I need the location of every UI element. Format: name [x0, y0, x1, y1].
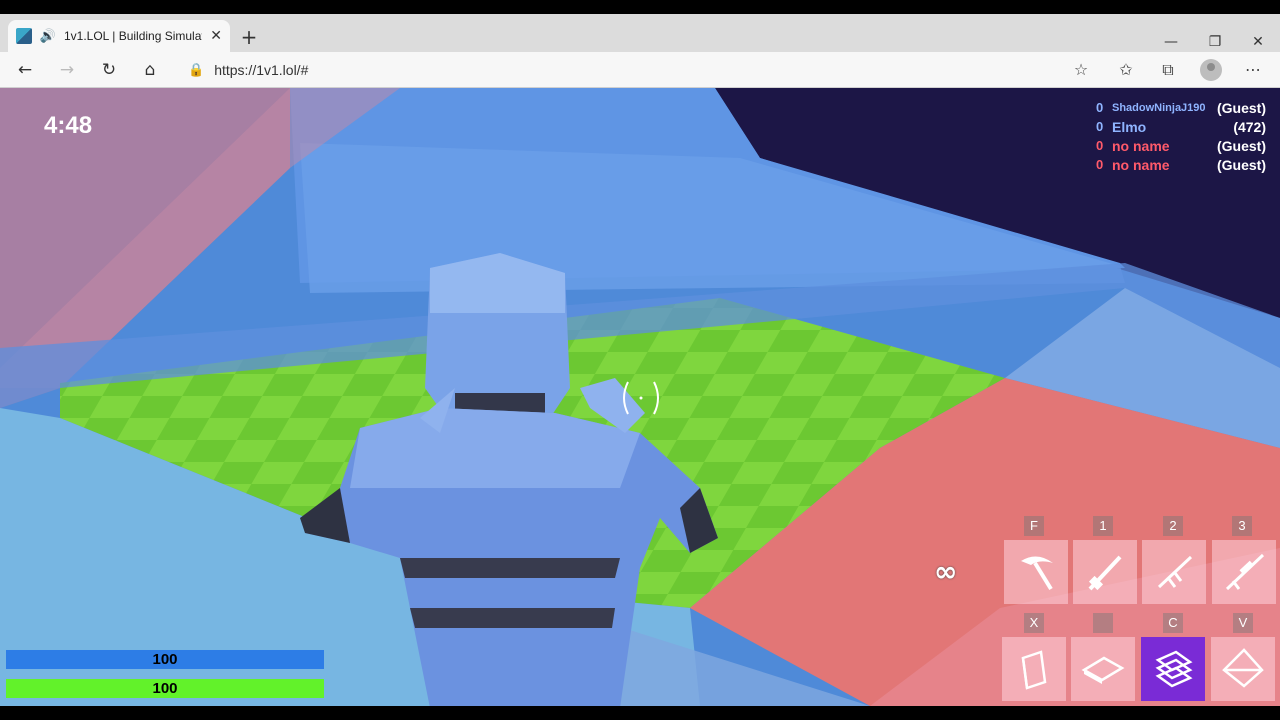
profile-avatar-icon[interactable] — [1200, 59, 1222, 81]
weapon-key-label: 3 — [1232, 516, 1252, 536]
screen-bottom-border — [0, 706, 1280, 720]
cone-build-icon — [1222, 648, 1264, 688]
player-score: 0 — [1096, 138, 1104, 153]
scoreboard-row: 0 no name (Guest) — [1096, 136, 1266, 155]
shield-bar: 100 — [6, 650, 324, 669]
player-score: 0 — [1096, 157, 1104, 172]
sniper-rifle-icon — [1225, 553, 1265, 591]
minimize-window-button[interactable]: — — [1156, 34, 1186, 50]
player-rank: (472) — [1233, 118, 1266, 135]
build-key-label: C — [1163, 613, 1183, 633]
scoreboard: 0 ShadowNinjaJ190 (Guest) 0 Elmo (472) 0… — [1096, 98, 1266, 174]
weapon-slot-pickaxe[interactable] — [1004, 540, 1068, 604]
build-slot-wall[interactable] — [1002, 637, 1066, 701]
weapon-slot-sniper-rifle[interactable] — [1212, 540, 1276, 604]
browser-tab[interactable]: 🔊 1v1.LOL | Building Simulator ✕ — [8, 20, 230, 52]
lock-icon: 🔒 — [188, 62, 205, 78]
crosshair-icon — [623, 381, 659, 415]
build-slot-stairs[interactable] — [1141, 637, 1205, 701]
game-viewport[interactable]: 4:48 0 ShadowNinjaJ190 (Guest) 0 Elmo (4… — [0, 88, 1280, 706]
player-name: no name — [1112, 137, 1170, 154]
floor-build-icon — [1081, 656, 1125, 684]
build-slot-cone[interactable] — [1211, 637, 1275, 701]
tab-title: 1v1.LOL | Building Simulator — [63, 29, 203, 43]
ammo-infinity-indicator: ∞ — [934, 555, 958, 588]
new-tab-button[interactable]: + — [238, 26, 260, 48]
scoreboard-row: 0 no name (Guest) — [1096, 155, 1266, 174]
match-timer: 4:48 — [44, 112, 93, 139]
wall-build-icon — [1021, 650, 1047, 690]
refresh-icon[interactable]: ↻ — [96, 57, 122, 83]
add-favorite-icon[interactable]: ☆ — [1068, 57, 1094, 83]
assault-rifle-icon — [1157, 555, 1193, 589]
player-score: 0 — [1096, 100, 1104, 115]
more-menu-icon[interactable]: ⋯ — [1240, 57, 1266, 83]
pickaxe-icon — [1021, 556, 1053, 591]
collections-icon[interactable]: ⧉ — [1155, 57, 1181, 83]
close-window-button[interactable]: ✕ — [1243, 34, 1273, 50]
player-rank: (Guest) — [1217, 99, 1266, 116]
player-rank: (Guest) — [1217, 137, 1266, 154]
scoreboard-row: 0 ShadowNinjaJ190 (Guest) — [1096, 98, 1266, 117]
home-icon[interactable]: ⌂ — [137, 57, 163, 83]
restore-window-button[interactable]: ❐ — [1200, 34, 1230, 50]
weapon-slot-assault-rifle[interactable] — [1142, 540, 1206, 604]
url-text: https://1v1.lol/# — [214, 62, 309, 78]
scoreboard-row: 0 Elmo (472) — [1096, 117, 1266, 136]
weapon-key-label: 1 — [1093, 516, 1113, 536]
health-bar: 100 — [6, 679, 324, 698]
back-arrow-icon[interactable]: ← — [12, 57, 38, 83]
screen-top-border — [0, 0, 1280, 14]
site-favicon-icon — [16, 28, 32, 44]
player-name: no name — [1112, 156, 1170, 173]
forward-arrow-icon[interactable]: → — [54, 57, 80, 83]
player-score: 0 — [1096, 119, 1104, 134]
tab-close-icon[interactable]: ✕ — [210, 28, 222, 44]
player-rank: (Guest) — [1217, 156, 1266, 173]
weapon-key-label: F — [1024, 516, 1044, 536]
player-name: ShadowNinjaJ190 — [1112, 101, 1206, 114]
favorites-icon[interactable]: ✩ — [1113, 57, 1139, 83]
shotgun-icon — [1088, 555, 1122, 591]
weapon-slot-shotgun[interactable] — [1073, 540, 1137, 604]
browser-tab-strip: 🔊 1v1.LOL | Building Simulator ✕ + — ❐ ✕ — [0, 14, 1280, 52]
stairs-build-icon — [1155, 650, 1193, 688]
weapon-key-label: 2 — [1163, 516, 1183, 536]
build-key-label: V — [1233, 613, 1253, 633]
build-slot-floor[interactable] — [1071, 637, 1135, 701]
browser-address-bar: ← → ↻ ⌂ 🔒 https://1v1.lol/# ☆ ✩ ⧉ ⋯ — [0, 52, 1280, 88]
player-name: Elmo — [1112, 118, 1147, 135]
speaker-icon[interactable]: 🔊 — [40, 29, 56, 44]
url-field[interactable]: 🔒 https://1v1.lol/# — [178, 56, 1098, 84]
build-key-label: X — [1024, 613, 1044, 633]
build-key-label — [1093, 613, 1113, 633]
